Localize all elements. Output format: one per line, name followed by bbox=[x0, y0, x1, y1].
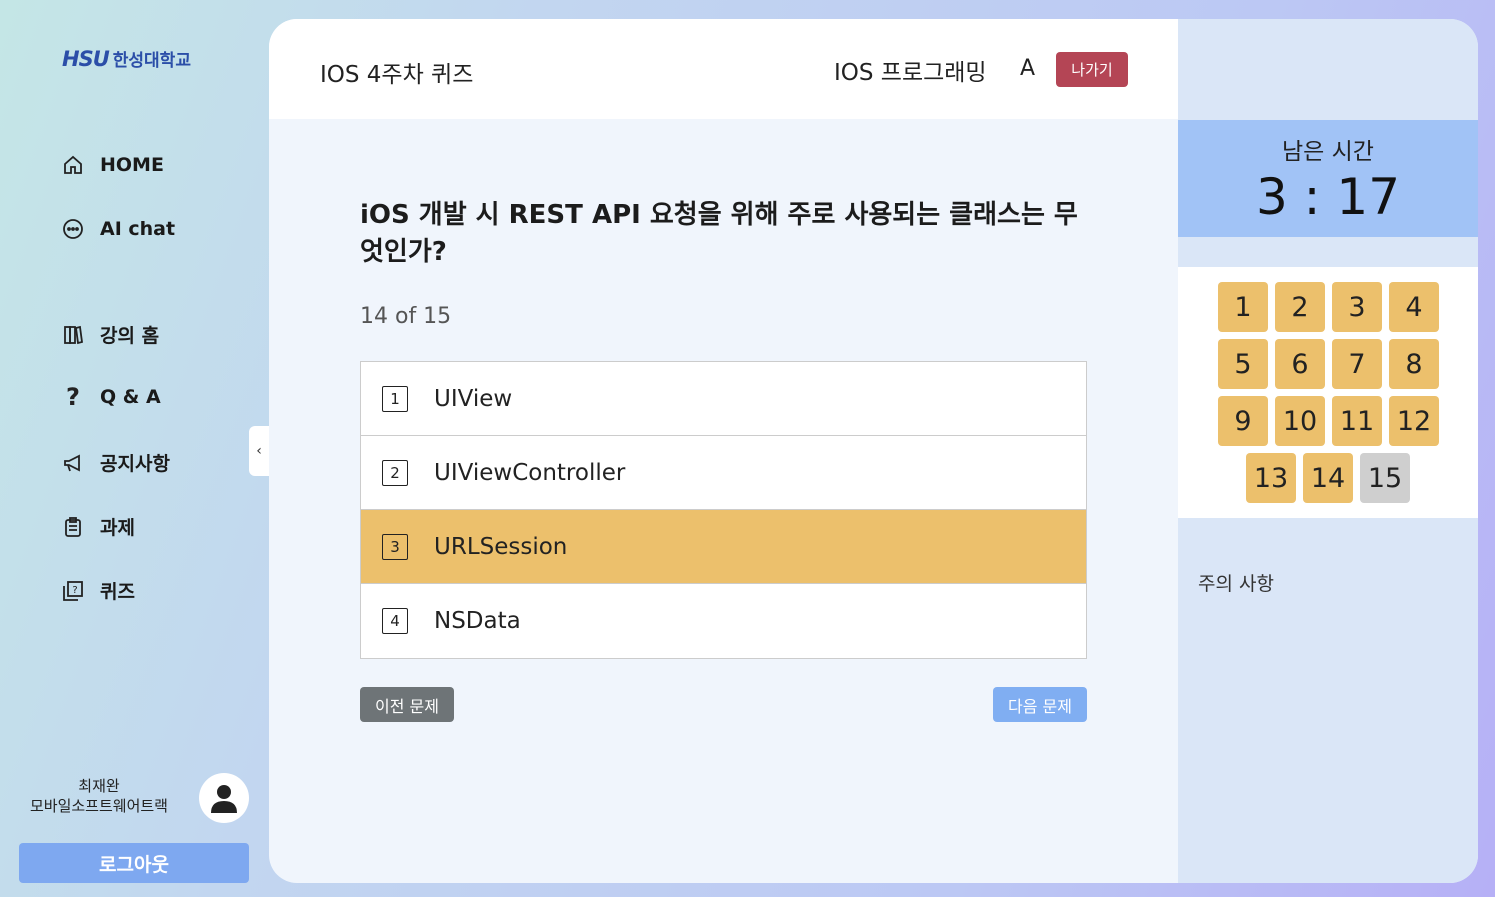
nav-item-assignment[interactable]: 과제 bbox=[62, 513, 135, 540]
question-progress: 14 of 15 bbox=[360, 304, 452, 329]
question-number-cell[interactable]: 9 bbox=[1218, 396, 1268, 446]
option-number: 3 bbox=[382, 533, 408, 560]
user-info: 최재완 모바일소프트웨어트랙 bbox=[14, 776, 184, 816]
option-number: 1 bbox=[382, 385, 408, 412]
question-number-cell[interactable]: 15 bbox=[1360, 453, 1410, 503]
question-number-cell[interactable]: 8 bbox=[1389, 339, 1439, 389]
chevron-left-icon: ‹ bbox=[256, 443, 262, 459]
answer-option[interactable]: 2 UIViewController bbox=[361, 436, 1086, 510]
nav-item-notice[interactable]: 공지사항 bbox=[62, 449, 170, 476]
answer-option[interactable]: 4 NSData bbox=[361, 584, 1086, 658]
nav-label: 공지사항 bbox=[100, 453, 170, 475]
logo-mark: HSU bbox=[62, 46, 110, 71]
exit-button[interactable]: 나가기 bbox=[1056, 52, 1128, 87]
question-text: iOS 개발 시 REST API 요청을 위해 주로 사용되는 클래스는 무엇… bbox=[360, 200, 1078, 267]
quiz-icon: ? bbox=[62, 580, 84, 602]
question-number-cell[interactable]: 2 bbox=[1275, 282, 1325, 332]
user-name: 최재완 bbox=[78, 777, 120, 795]
answer-options: 1 UIView 2 UIViewController 3 URLSession… bbox=[360, 361, 1087, 659]
nav-label: 강의 홈 bbox=[100, 325, 160, 347]
question-number-cell[interactable]: 5 bbox=[1218, 339, 1268, 389]
quiz-card: IOS 4주차 퀴즈 IOS 프로그래밍 A 나가기 iOS 개발 시 REST… bbox=[269, 19, 1478, 883]
answer-option[interactable]: 3 URLSession bbox=[361, 510, 1086, 584]
logo[interactable]: HSU 한성대학교 bbox=[62, 46, 191, 72]
chat-icon bbox=[62, 218, 84, 240]
question-number-cell[interactable]: 12 bbox=[1389, 396, 1439, 446]
question-number-cell[interactable]: 10 bbox=[1275, 396, 1325, 446]
question-number-cell[interactable]: 3 bbox=[1332, 282, 1382, 332]
avatar[interactable] bbox=[199, 773, 249, 823]
quiz-header: IOS 4주차 퀴즈 IOS 프로그래밍 A 나가기 bbox=[269, 19, 1178, 119]
option-text: URLSession bbox=[434, 533, 568, 560]
side-panel: 남은 시간 3 : 17 1 2 3 4 5 6 7 8 9 10 11 12 … bbox=[1178, 19, 1478, 883]
nav-label: 퀴즈 bbox=[100, 581, 135, 603]
answer-option[interactable]: 1 UIView bbox=[361, 362, 1086, 436]
option-number: 4 bbox=[382, 608, 408, 634]
question-number-cell[interactable]: 14 bbox=[1303, 453, 1353, 503]
course-name: IOS 프로그래밍 bbox=[834, 60, 987, 86]
question-number-cell[interactable]: 4 bbox=[1389, 282, 1439, 332]
nav-item-home[interactable]: HOME bbox=[62, 154, 164, 176]
option-number: 2 bbox=[382, 459, 408, 486]
books-icon bbox=[62, 324, 84, 346]
user-icon bbox=[211, 785, 237, 813]
nav-label: HOME bbox=[100, 154, 164, 176]
nav-item-course-home[interactable]: 강의 홈 bbox=[62, 321, 159, 348]
nav-label: AI chat bbox=[100, 218, 176, 240]
nav-item-ai-chat[interactable]: AI chat bbox=[62, 218, 175, 240]
logo-name: 한성대학교 bbox=[112, 51, 191, 71]
option-text: UIView bbox=[434, 385, 513, 412]
timer: 남은 시간 3 : 17 bbox=[1178, 120, 1478, 237]
option-text: NSData bbox=[434, 608, 521, 634]
timer-label: 남은 시간 bbox=[1282, 139, 1374, 165]
megaphone-icon bbox=[62, 452, 84, 474]
sidebar: HSU 한성대학교 HOME AI chat 강의 홈 ? Q & A 공지사항… bbox=[0, 0, 268, 897]
notice-title: 주의 사항 bbox=[1198, 573, 1274, 595]
question-number-cell[interactable]: 13 bbox=[1246, 453, 1296, 503]
question-icon: ? bbox=[66, 383, 80, 411]
timer-value: 3 : 17 bbox=[1255, 168, 1401, 226]
question-number-cell[interactable]: 7 bbox=[1332, 339, 1382, 389]
question-number-cell[interactable]: 6 bbox=[1275, 339, 1325, 389]
nav-label: 과제 bbox=[100, 517, 135, 539]
question-grid: 1 2 3 4 5 6 7 8 9 10 11 12 13 14 15 bbox=[1178, 267, 1478, 518]
clipboard-icon bbox=[62, 516, 84, 538]
logout-button[interactable]: 로그아웃 bbox=[19, 843, 249, 883]
nav-label: Q & A bbox=[100, 386, 161, 408]
quiz-title: IOS 4주차 퀴즈 bbox=[320, 62, 474, 88]
question-number-cell[interactable]: 1 bbox=[1218, 282, 1268, 332]
next-question-button[interactable]: 다음 문제 bbox=[993, 687, 1087, 722]
home-icon bbox=[62, 154, 84, 176]
user-track: 모바일소프트웨어트랙 bbox=[29, 797, 168, 815]
option-text: UIViewController bbox=[434, 459, 626, 486]
prev-question-button[interactable]: 이전 문제 bbox=[360, 687, 454, 722]
collapse-sidebar-button[interactable]: ‹ bbox=[249, 426, 269, 476]
section-label: A bbox=[1020, 56, 1036, 81]
svg-text:?: ? bbox=[72, 585, 77, 596]
nav-item-quiz[interactable]: ? 퀴즈 bbox=[62, 577, 135, 604]
question-number-cell[interactable]: 11 bbox=[1332, 396, 1382, 446]
nav-item-qna[interactable]: ? Q & A bbox=[62, 383, 161, 411]
